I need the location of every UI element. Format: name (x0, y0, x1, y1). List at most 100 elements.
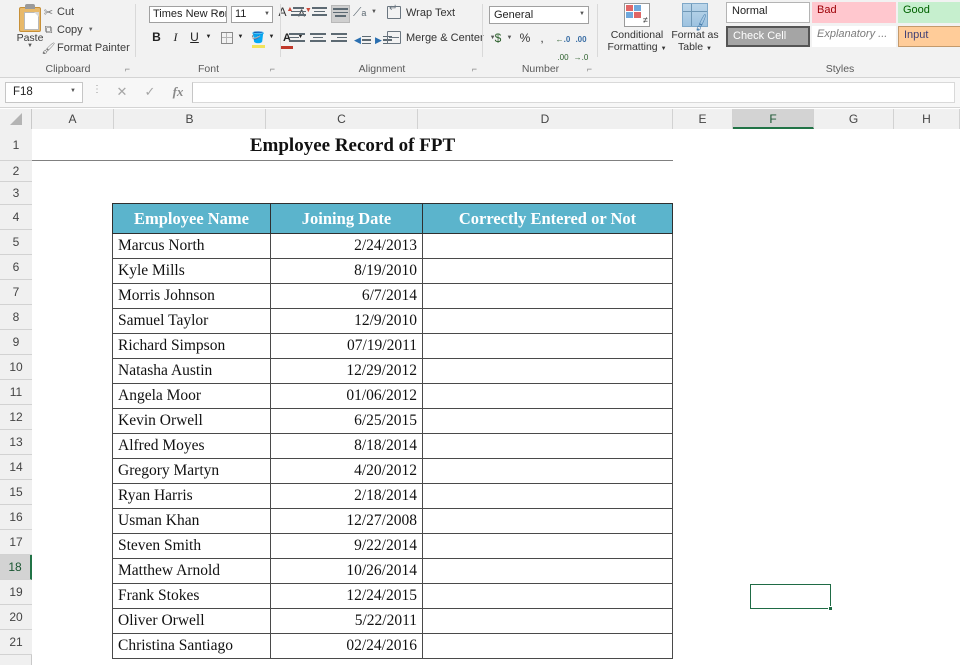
align-middle-button[interactable] (310, 5, 329, 23)
chevron-down-icon[interactable]: ▼ (661, 46, 667, 52)
cell-joining-date[interactable]: 9/22/2014 (271, 534, 423, 559)
column-header-d[interactable]: D (418, 109, 673, 129)
column-header-b[interactable]: B (114, 109, 266, 129)
column-header-h[interactable]: H (894, 109, 960, 129)
cell-correctly-entered[interactable] (423, 559, 673, 584)
cell-joining-date[interactable]: 6/25/2015 (271, 409, 423, 434)
fill-color-button[interactable]: 🪣 (249, 28, 267, 47)
style-input[interactable]: Input (898, 26, 960, 47)
align-bottom-button[interactable] (331, 5, 350, 23)
italic-button[interactable]: I (167, 28, 184, 47)
cell-employee-name[interactable]: Richard Simpson (113, 334, 271, 359)
cell-joining-date[interactable]: 01/06/2012 (271, 384, 423, 409)
format-as-table-button[interactable]: 🖌 Format as Table ▼ (670, 3, 720, 55)
cell-employee-name[interactable]: Frank Stokes (113, 584, 271, 609)
column-header-a[interactable]: A (32, 109, 114, 129)
row-header-17[interactable]: 17 (0, 530, 32, 555)
row-header-21[interactable]: 21 (0, 630, 32, 655)
style-bad[interactable]: Bad (812, 2, 896, 23)
currency-format-button[interactable]: $ (491, 29, 505, 47)
cell-joining-date[interactable]: 07/19/2011 (271, 334, 423, 359)
row-header-19[interactable]: 19 (0, 580, 32, 605)
cell-employee-name[interactable]: Christina Santiago (113, 634, 271, 659)
confirm-formula-button[interactable]: ✓ (140, 84, 160, 102)
cell-employee-name[interactable]: Oliver Orwell (113, 609, 271, 634)
row-header-11[interactable]: 11 (0, 380, 32, 405)
merge-center-button[interactable]: Merge & Center ▼ (387, 31, 496, 44)
wrap-text-button[interactable]: Wrap Text (387, 6, 455, 19)
row-header-13[interactable]: 13 (0, 430, 32, 455)
style-normal[interactable]: Normal (726, 2, 810, 23)
row-header-12[interactable]: 12 (0, 405, 32, 430)
font-dialog-launcher[interactable]: ⌐ (270, 64, 275, 74)
underline-button[interactable]: U (186, 28, 203, 47)
decrease-indent-button[interactable]: ◀ (353, 31, 373, 48)
chevron-down-icon[interactable]: ▼ (204, 28, 213, 47)
cell-correctly-entered[interactable] (423, 459, 673, 484)
column-header-f[interactable]: F (733, 109, 814, 129)
chevron-down-icon[interactable]: ▼ (218, 11, 224, 17)
cell-correctly-entered[interactable] (423, 484, 673, 509)
cell-employee-name[interactable]: Matthew Arnold (113, 559, 271, 584)
row-header-14[interactable]: 14 (0, 455, 32, 480)
cell-joining-date[interactable]: 8/19/2010 (271, 259, 423, 284)
cell-correctly-entered[interactable] (423, 509, 673, 534)
cell-correctly-entered[interactable] (423, 609, 673, 634)
cell-correctly-entered[interactable] (423, 284, 673, 309)
decrease-decimal-button[interactable]: .00→.0 (573, 29, 589, 47)
cell-employee-name[interactable]: Steven Smith (113, 534, 271, 559)
row-header-5[interactable]: 5 (0, 230, 32, 255)
row-header-3[interactable]: 3 (0, 182, 32, 205)
cell-joining-date[interactable]: 6/7/2014 (271, 284, 423, 309)
borders-button[interactable] (218, 28, 236, 47)
chevron-down-icon[interactable]: ▼ (505, 29, 514, 47)
cell-correctly-entered[interactable] (423, 409, 673, 434)
chevron-down-icon[interactable]: ▼ (267, 28, 276, 47)
chevron-down-icon[interactable]: ▼ (579, 11, 585, 17)
row-header-6[interactable]: 6 (0, 255, 32, 280)
column-header-c[interactable]: C (266, 109, 418, 129)
row-header-15[interactable]: 15 (0, 480, 32, 505)
alignment-dialog-launcher[interactable]: ⌐ (472, 64, 477, 74)
row-header-9[interactable]: 9 (0, 330, 32, 355)
cell-joining-date[interactable]: 10/26/2014 (271, 559, 423, 584)
insert-function-icon[interactable]: fx (168, 84, 188, 102)
cell-employee-name[interactable]: Morris Johnson (113, 284, 271, 309)
cell-joining-date[interactable]: 2/24/2013 (271, 234, 423, 259)
chevron-down-icon[interactable]: ▼ (264, 11, 270, 17)
bold-button[interactable]: B (148, 28, 165, 47)
row-header-4[interactable]: 4 (0, 205, 32, 230)
align-center-button[interactable] (310, 31, 329, 49)
align-right-button[interactable] (331, 31, 350, 49)
cell-employee-name[interactable]: Gregory Martyn (113, 459, 271, 484)
cell-correctly-entered[interactable] (423, 584, 673, 609)
cell-correctly-entered[interactable] (423, 259, 673, 284)
cell-joining-date[interactable]: 12/9/2010 (271, 309, 423, 334)
fill-handle[interactable] (828, 606, 833, 611)
cell-correctly-entered[interactable] (423, 434, 673, 459)
row-header-8[interactable]: 8 (0, 305, 32, 330)
cell-employee-name[interactable]: Natasha Austin (113, 359, 271, 384)
cell-employee-name[interactable]: Alfred Moyes (113, 434, 271, 459)
header-employee-name[interactable]: Employee Name (113, 204, 271, 234)
row-header-10[interactable]: 10 (0, 355, 32, 380)
style-good[interactable]: Good (898, 2, 960, 23)
row-header-18[interactable]: 18 (0, 555, 32, 580)
cell-joining-date[interactable]: 8/18/2014 (271, 434, 423, 459)
chevron-down-icon[interactable]: ▼ (371, 9, 377, 15)
cell-joining-date[interactable]: 12/29/2012 (271, 359, 423, 384)
percent-format-button[interactable]: % (518, 29, 532, 47)
cell-joining-date[interactable]: 12/24/2015 (271, 584, 423, 609)
column-header-e[interactable]: E (673, 109, 733, 129)
cell-joining-date[interactable]: 5/22/2011 (271, 609, 423, 634)
row-header-2[interactable]: 2 (0, 161, 32, 182)
cell-joining-date[interactable]: 12/27/2008 (271, 509, 423, 534)
cell-correctly-entered[interactable] (423, 334, 673, 359)
header-joining-date[interactable]: Joining Date (271, 204, 423, 234)
formula-input[interactable] (192, 82, 955, 103)
row-header-7[interactable]: 7 (0, 280, 32, 305)
conditional-formatting-button[interactable]: ≠ Conditional Formatting ▼ (606, 3, 668, 55)
row-header-1[interactable]: 1 (0, 129, 32, 161)
cell-correctly-entered[interactable] (423, 309, 673, 334)
number-dialog-launcher[interactable]: ⌐ (587, 64, 592, 74)
